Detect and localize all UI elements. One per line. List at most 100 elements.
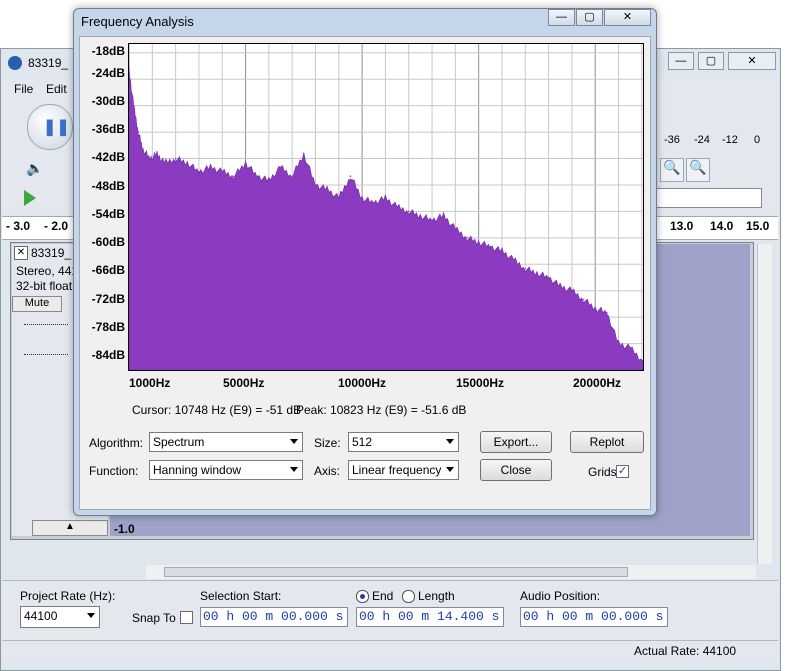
length-label: Length [418, 589, 455, 603]
replot-button[interactable]: Replot [570, 431, 644, 453]
meter-tick: -12 [722, 134, 738, 146]
end-label: End [372, 589, 394, 603]
zoom-fit-icon[interactable]: 🔍 [660, 158, 684, 182]
collapse-track-button[interactable]: ▲ [32, 520, 108, 536]
spectrum-point [407, 210, 410, 213]
spectrum-plot[interactable] [128, 43, 644, 371]
project-rate-select[interactable]: 44100 [20, 606, 100, 628]
main-close-button[interactable]: ✕ [728, 52, 776, 70]
size-label: Size: [314, 436, 341, 450]
y-tick-label: -42dB [91, 150, 125, 164]
timeline-tick: - 3.0 [6, 219, 31, 233]
device-select[interactable] [656, 188, 762, 208]
pause-button[interactable]: ❚❚ [27, 104, 73, 150]
spectrum-point [233, 175, 235, 177]
y-tick-label: -84dB [91, 348, 125, 362]
main-minimize-button[interactable]: — [668, 52, 694, 70]
x-tick-label: 15000Hz [456, 376, 505, 390]
x-tick-label: 5000Hz [223, 376, 265, 390]
spectrum-point [198, 170, 200, 173]
menu-edit[interactable]: Edit [46, 82, 67, 96]
y-tick-label: -48dB [91, 179, 125, 193]
algorithm-value: Spectrum [153, 435, 205, 449]
function-select[interactable]: Hanning window [149, 460, 303, 480]
spectrum-point [268, 179, 270, 182]
play-icon [24, 190, 36, 206]
y-tick-label: -66dB [91, 263, 125, 277]
spectrum-point [372, 201, 375, 204]
dialog-close-button[interactable]: ✕ [604, 9, 651, 26]
spectrum-point [571, 289, 573, 292]
spectrum-point [156, 153, 158, 155]
spectrum-point [489, 245, 492, 248]
project-rate-label: Project Rate (Hz): [20, 589, 116, 603]
function-label: Function: [89, 464, 139, 478]
mute-button[interactable]: Mute [12, 296, 62, 312]
spectrum-point [629, 347, 631, 349]
spectrum-point [396, 206, 398, 208]
length-radio[interactable] [402, 590, 415, 603]
spectrum-point [384, 197, 387, 199]
spectrum-point [617, 342, 620, 345]
spectrum-point [314, 184, 317, 186]
spectrum-point [174, 157, 177, 160]
spectrum-point [132, 104, 135, 107]
track-close-icon[interactable]: ✕ [14, 246, 28, 260]
spectrum-point [349, 175, 352, 177]
play-button[interactable] [18, 187, 44, 209]
spectrum-point [221, 170, 224, 173]
track-info-channels: Stereo, 441 [16, 264, 79, 278]
main-maximize-button[interactable]: ▢ [698, 52, 724, 70]
pause-icon: ❚❚ [43, 119, 70, 136]
size-select[interactable]: 512 [348, 432, 459, 452]
meter-tick: 0 [754, 134, 761, 146]
horizontal-scrollbar[interactable] [146, 565, 756, 579]
spectrum-point [582, 298, 585, 301]
vertical-scrollbar[interactable] [757, 244, 772, 564]
end-field[interactable]: 00 h 00 m 14.400 s [356, 607, 504, 627]
spectrum-point [244, 162, 247, 164]
close-button[interactable]: Close [480, 459, 552, 481]
status-actual-rate: Actual Rate: 44100 [634, 644, 737, 658]
gain-slider[interactable] [24, 324, 68, 335]
spectrum-point [431, 219, 433, 222]
peak-readout: Peak: 10823 Hz (E9) = -51.6 dB [296, 403, 467, 417]
y-tick-label: -60dB [91, 235, 125, 249]
menu-file[interactable]: File [14, 82, 33, 96]
audio-position-field[interactable]: 00 h 00 m 00.000 s [520, 607, 668, 627]
spectrum-point [163, 162, 165, 164]
pan-slider[interactable] [24, 354, 68, 365]
timeline-tick: 14.0 [710, 219, 734, 233]
meter-tick: -24 [694, 134, 710, 146]
selection-start-label: Selection Start: [200, 589, 282, 603]
grids-checkbox[interactable]: ✓ [616, 465, 629, 478]
spectrum-point [256, 175, 259, 177]
selection-start-field[interactable]: 00 h 00 m 00.000 s [200, 607, 348, 627]
track-name[interactable]: 83319_ [31, 246, 71, 260]
snap-to-checkbox[interactable] [180, 611, 193, 624]
size-value: 512 [352, 435, 373, 449]
track-info-format: 32-bit float [16, 279, 73, 293]
spectrum-point [466, 237, 468, 239]
audio-position-label: Audio Position: [520, 589, 601, 603]
spectrum-point [501, 250, 503, 252]
spectrum-point [512, 259, 515, 261]
spectrum-point [137, 131, 140, 133]
y-tick-label: -78dB [91, 320, 125, 334]
snap-to-label: Snap To [132, 611, 176, 625]
end-radio[interactable] [356, 590, 369, 603]
x-tick-label: 1000Hz [129, 376, 171, 390]
dialog-minimize-button[interactable]: — [548, 9, 575, 26]
algorithm-select[interactable]: Spectrum [149, 432, 303, 452]
y-tick-label: -54dB [91, 207, 125, 221]
spectrum-point [477, 241, 480, 244]
meter-tick: -36 [664, 134, 680, 146]
export-button[interactable]: Export... [480, 431, 552, 453]
spectrum-point [524, 267, 527, 270]
spectrum-point [303, 153, 305, 155]
axis-select[interactable]: Linear frequency [348, 460, 459, 480]
cursor-readout: Cursor: 10748 Hz (E9) = -51 dB [132, 403, 302, 417]
x-tick-label: 10000Hz [338, 376, 387, 390]
dialog-maximize-button[interactable]: ▢ [576, 9, 603, 26]
zoom-toggle-icon[interactable]: 🔍 [686, 158, 710, 182]
